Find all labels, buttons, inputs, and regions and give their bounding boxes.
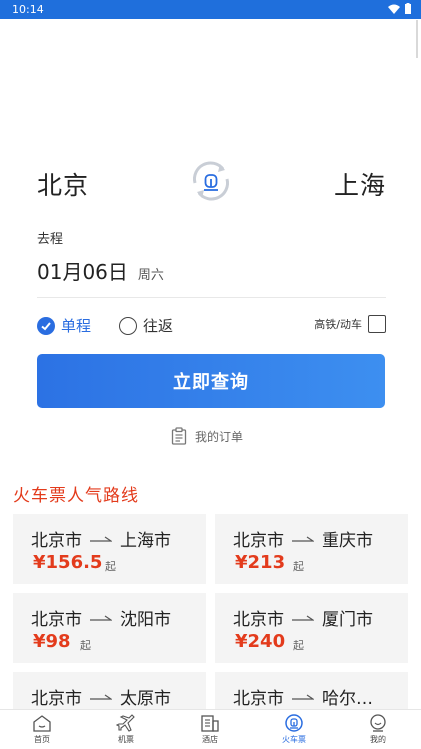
- route-to: 上海市: [120, 531, 171, 551]
- unchecked-radio-icon: [119, 316, 137, 335]
- status-time: 10:14: [12, 3, 44, 16]
- arrow-right-icon: [292, 694, 314, 700]
- price-suffix: 起: [293, 560, 304, 573]
- popular-routes-grid: 北京市 上海市 ¥156.5 起 北京市 重庆市 ¥213 起 北京市 沈阳市 …: [13, 514, 408, 710]
- route-from: 北京市: [233, 531, 284, 551]
- one-way-label: 单程: [61, 317, 92, 335]
- route-price: ¥240: [235, 631, 286, 652]
- route-from: 北京市: [233, 610, 284, 630]
- route-card[interactable]: 北京市 厦门市 ¥240 起: [215, 593, 408, 663]
- my-orders-link[interactable]: 我的订单: [171, 427, 243, 445]
- route-card[interactable]: 北京市 重庆市 ¥213 起: [215, 514, 408, 584]
- price-suffix: 起: [80, 639, 91, 652]
- nav-label: 我的: [370, 735, 386, 744]
- one-way-radio[interactable]: 单程: [37, 315, 91, 336]
- route-card[interactable]: 北京市 太原市: [13, 672, 206, 710]
- route-to: 太原市: [120, 689, 171, 709]
- from-city[interactable]: 北京: [37, 166, 89, 202]
- depart-weekday: 周六: [137, 268, 164, 283]
- city-selector: 北京 上海: [37, 160, 386, 204]
- nav-item-home[interactable]: 首页: [12, 714, 72, 745]
- nav-item-profile[interactable]: 我的: [348, 714, 408, 745]
- route-price: ¥98: [33, 631, 71, 652]
- hotel-icon: [201, 715, 219, 732]
- status-bar: 10:14: [0, 0, 421, 19]
- high-speed-filter: 高铁/动车: [314, 315, 386, 333]
- divider: [37, 297, 386, 298]
- plane-icon: [116, 714, 135, 732]
- to-city[interactable]: 上海: [334, 166, 386, 202]
- trip-type-row: 单程 往返 高铁/动车: [37, 315, 386, 337]
- route-to: 沈阳市: [120, 610, 171, 630]
- arrow-right-icon: [90, 694, 112, 700]
- search-button[interactable]: 立即查询: [37, 354, 385, 408]
- price-suffix: 起: [293, 639, 304, 652]
- route-price: ¥213: [235, 552, 286, 573]
- battery-icon: [405, 3, 411, 14]
- round-trip-label: 往返: [143, 317, 174, 335]
- bottom-nav: 首页 机票 酒店 火车票 我的: [0, 709, 421, 749]
- route-to: 哈尔…: [322, 689, 373, 709]
- nav-item-flights[interactable]: 机票: [96, 714, 156, 745]
- checked-radio-icon: [37, 316, 55, 335]
- depart-date[interactable]: 01月06日: [37, 256, 128, 285]
- arrow-right-icon: [292, 615, 314, 621]
- nav-label: 机票: [118, 735, 134, 744]
- route-from: 北京市: [31, 689, 82, 709]
- date-picker[interactable]: 01月06日 周六: [37, 256, 164, 284]
- nav-label: 火车票: [282, 735, 306, 744]
- depart-label: 去程: [37, 232, 64, 247]
- swap-cities-icon[interactable]: [187, 157, 235, 205]
- price-suffix: 起: [105, 560, 116, 573]
- nav-label: 酒店: [202, 735, 218, 744]
- route-card[interactable]: 北京市 哈尔…: [215, 672, 408, 710]
- route-card[interactable]: 北京市 上海市 ¥156.5 起: [13, 514, 206, 584]
- train-icon: [285, 714, 303, 732]
- route-to: 重庆市: [322, 531, 373, 551]
- nav-label: 首页: [34, 735, 50, 744]
- route-from: 北京市: [31, 531, 82, 551]
- route-from: 北京市: [233, 689, 284, 709]
- arrow-right-icon: [292, 536, 314, 542]
- round-trip-radio[interactable]: 往返: [119, 315, 173, 336]
- home-icon: [33, 715, 51, 732]
- high-speed-label: 高铁/动车: [314, 318, 362, 331]
- arrow-right-icon: [90, 536, 112, 542]
- nav-item-train[interactable]: 火车票: [264, 714, 324, 745]
- profile-icon: [370, 714, 386, 732]
- arrow-right-icon: [90, 615, 112, 621]
- route-from: 北京市: [31, 610, 82, 630]
- popular-routes-title: 火车票人气路线: [13, 486, 139, 506]
- status-icons: [388, 3, 411, 14]
- clipboard-icon: [171, 427, 187, 445]
- route-to: 厦门市: [322, 610, 373, 630]
- nav-item-hotels[interactable]: 酒店: [180, 714, 240, 745]
- wifi-icon: [388, 4, 400, 14]
- high-speed-checkbox[interactable]: [368, 315, 386, 333]
- route-price: ¥156.5: [33, 552, 103, 573]
- route-card[interactable]: 北京市 沈阳市 ¥98 起: [13, 593, 206, 663]
- scroll-indicator: [416, 20, 418, 58]
- my-orders-label: 我的订单: [195, 429, 244, 444]
